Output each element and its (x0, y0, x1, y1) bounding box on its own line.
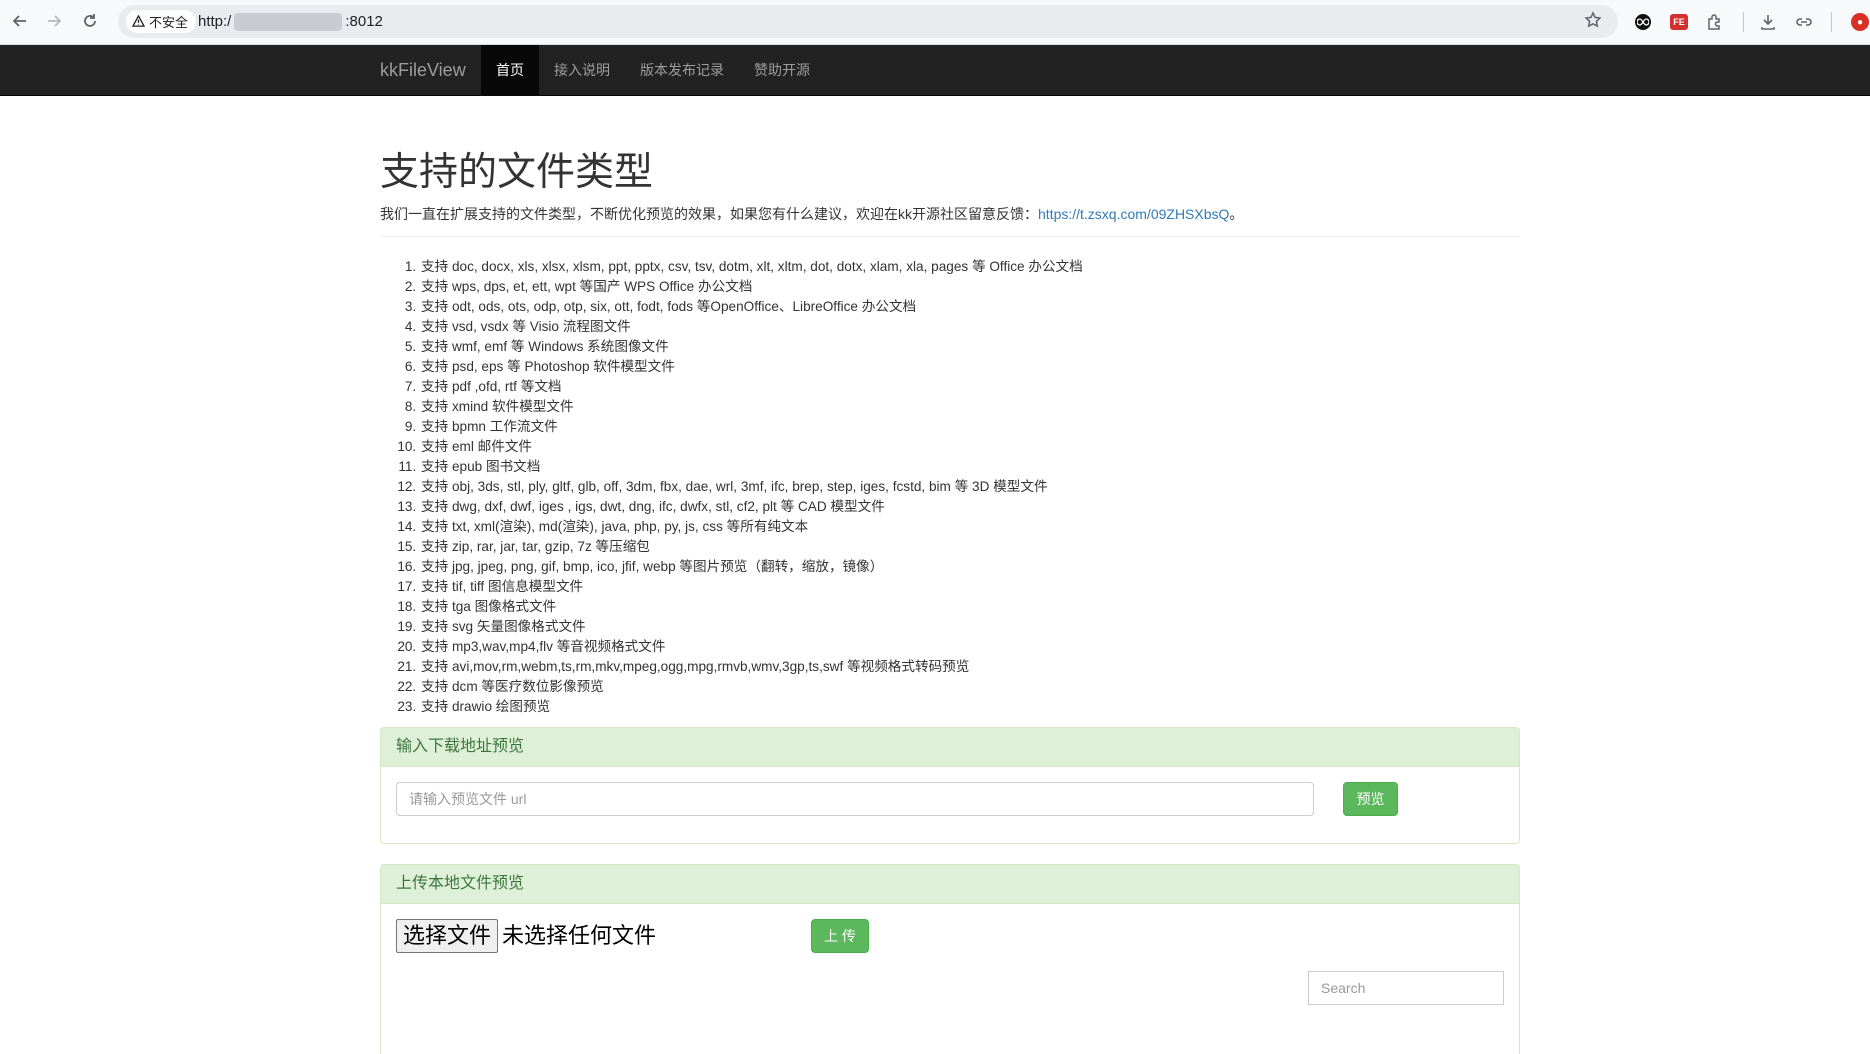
file-type-item: 支持 bpmn 工作流文件 (420, 417, 1520, 437)
nav-item-release-notes[interactable]: 版本发布记录 (625, 45, 739, 95)
security-chip[interactable]: 不安全 (126, 10, 197, 33)
preview-url-input[interactable] (396, 782, 1314, 816)
brand-logo-text[interactable]: kkFileView (380, 45, 466, 95)
file-type-item: 支持 wps, dps, et, ett, wpt 等国产 WPS Office… (420, 277, 1520, 297)
file-type-item: 支持 psd, eps 等 Photoshop 软件模型文件 (420, 357, 1520, 377)
upload-panel: 上传本地文件预览 选择文件 未选择任何文件 上 传 (380, 864, 1520, 1054)
toolbar-divider (1831, 12, 1832, 32)
file-type-item: 支持 drawio 绘图预览 (420, 697, 1520, 717)
browser-toolbar: 不安全 http:/ :8012 FE ● (0, 0, 1870, 45)
file-type-item: 支持 svg 矢量图像格式文件 (420, 617, 1520, 637)
security-label: 不安全 (149, 15, 189, 30)
url-preview-body: 预览 (381, 767, 1519, 843)
upload-body: 选择文件 未选择任何文件 上 传 (381, 904, 1519, 1054)
toolbar-divider (1743, 12, 1744, 32)
upload-button[interactable]: 上 传 (811, 919, 869, 953)
file-type-item: 支持 tif, tiff 图信息模型文件 (420, 577, 1520, 597)
url-suffix: :8012 (345, 13, 383, 30)
intro-message: 我们一直在扩展支持的文件类型，不断优化预览的效果，如果您有什么建议，欢迎在kk开… (380, 206, 1038, 222)
forward-icon[interactable] (42, 9, 66, 33)
site-navbar: kkFileView 首页 接入说明 版本发布记录 赞助开源 (0, 45, 1870, 96)
url-text: http:/ :8012 (198, 5, 383, 38)
file-type-item: 支持 pdf ,ofd, rtf 等文档 (420, 377, 1520, 397)
profile-avatar[interactable]: ● (1851, 13, 1869, 31)
file-type-item: 支持 dcm 等医疗数位影像预览 (420, 677, 1520, 697)
intro-text: 我们一直在扩展支持的文件类型，不断优化预览的效果，如果您有什么建议，欢迎在kk开… (380, 204, 1520, 224)
warning-icon (132, 15, 145, 27)
back-icon[interactable] (8, 9, 32, 33)
preview-button[interactable]: 预览 (1343, 782, 1398, 816)
nav-menu: 首页 接入说明 版本发布记录 赞助开源 (481, 45, 825, 95)
nav-item-home[interactable]: 首页 (481, 45, 539, 95)
url-preview-heading: 输入下载地址预览 (381, 728, 1519, 767)
choose-file-button[interactable]: 选择文件 (396, 919, 499, 953)
nav-item-integration-guide[interactable]: 接入说明 (539, 45, 625, 95)
file-type-item: 支持 doc, docx, xls, xlsx, xlsm, ppt, pptx… (420, 257, 1520, 277)
file-type-item: 支持 zip, rar, jar, tar, gzip, 7z 等压缩包 (420, 537, 1520, 557)
supported-types-list: 支持 doc, docx, xls, xlsx, xlsm, ppt, pptx… (380, 257, 1520, 717)
file-type-item: 支持 dwg, dxf, dwf, iges , igs, dwt, dng, … (420, 497, 1520, 517)
file-type-item: 支持 avi,mov,rm,webm,ts,rm,mkv,mpeg,ogg,mp… (420, 657, 1520, 677)
feedback-link[interactable]: https://t.zsxq.com/09ZHSXbsQ (1038, 206, 1229, 222)
file-type-item: 支持 odt, ods, ots, odp, otp, six, ott, fo… (420, 297, 1520, 317)
file-type-item: 支持 vsd, vsdx 等 Visio 流程图文件 (420, 317, 1520, 337)
upload-heading: 上传本地文件预览 (381, 865, 1519, 904)
extension-fe-icon[interactable]: FE (1670, 14, 1688, 30)
reload-icon[interactable] (78, 9, 102, 33)
file-type-item: 支持 txt, xml(渲染), md(渲染), java, php, py, … (420, 517, 1520, 537)
main-container: 支持的文件类型 我们一直在扩展支持的文件类型，不断优化预览的效果，如果您有什么建… (380, 96, 1520, 1054)
extension-infinity-icon[interactable] (1635, 14, 1651, 30)
url-preview-panel: 输入下载地址预览 预览 (380, 727, 1520, 844)
page-title: 支持的文件类型 (380, 151, 654, 194)
bookmark-star-icon[interactable] (1584, 11, 1604, 31)
page-header: 支持的文件类型 我们一直在扩展支持的文件类型，不断优化预览的效果，如果您有什么建… (380, 151, 1520, 237)
file-type-item: 支持 obj, 3ds, stl, ply, gltf, glb, off, 3… (420, 477, 1520, 497)
file-type-item: 支持 xmind 软件模型文件 (420, 397, 1520, 417)
file-type-item: 支持 jpg, jpeg, png, gif, bmp, ico, jfif, … (420, 557, 1520, 577)
redacted-host (234, 13, 343, 32)
address-bar[interactable]: 不安全 http:/ :8012 (118, 5, 1618, 38)
file-type-item: 支持 mp3,wav,mp4,flv 等音视频格式文件 (420, 637, 1520, 657)
link-icon[interactable] (1793, 11, 1815, 33)
nav-item-sponsor[interactable]: 赞助开源 (739, 45, 825, 95)
intro-end: 。 (1229, 206, 1244, 222)
file-type-item: 支持 eml 邮件文件 (420, 437, 1520, 457)
url-prefix: http:/ (198, 13, 232, 30)
file-type-item: 支持 epub 图书文档 (420, 457, 1520, 477)
search-input[interactable] (1308, 971, 1504, 1005)
no-file-selected-text: 未选择任何文件 (502, 923, 657, 948)
extensions-puzzle-icon[interactable] (1704, 11, 1726, 33)
file-type-item: 支持 tga 图像格式文件 (420, 597, 1520, 617)
file-type-item: 支持 wmf, emf 等 Windows 系统图像文件 (420, 337, 1520, 357)
download-icon[interactable] (1757, 11, 1779, 33)
